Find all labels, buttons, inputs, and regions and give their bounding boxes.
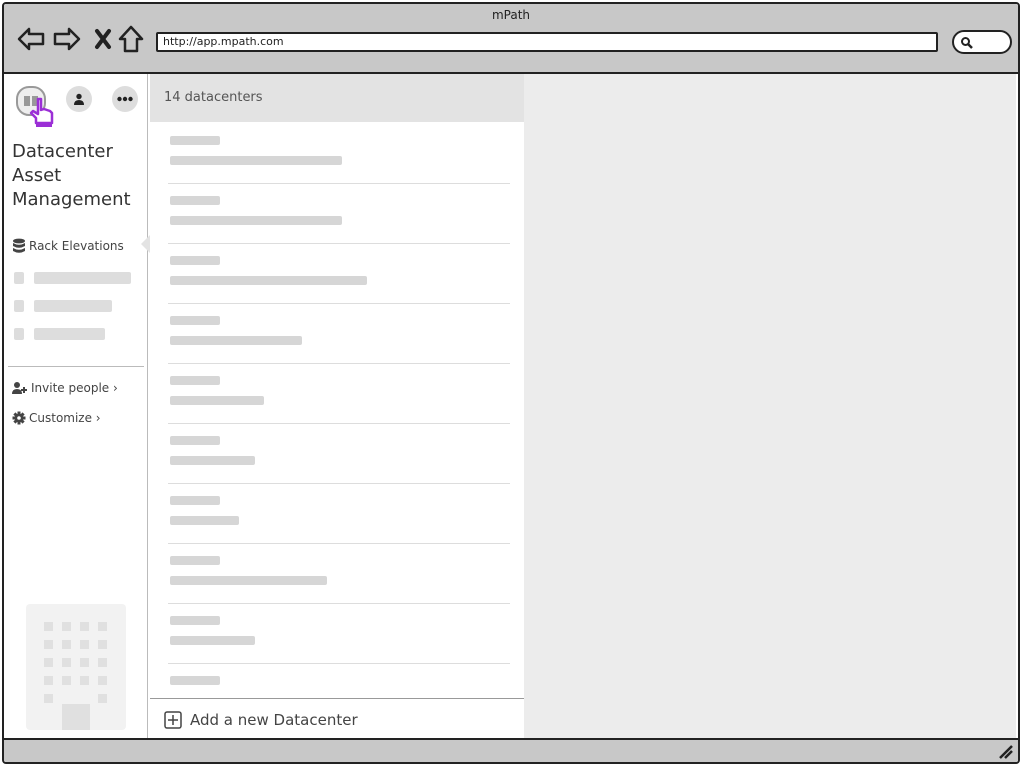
app-title-line: Datacenter: [12, 141, 113, 162]
list-item[interactable]: [168, 304, 510, 364]
plus-square-icon: [164, 710, 182, 729]
invite-people-label: Invite people ›: [31, 381, 118, 395]
add-user-icon: [12, 382, 27, 394]
close-x-icon[interactable]: [88, 24, 118, 54]
address-bar[interactable]: http://app.mpath.com: [156, 32, 938, 52]
more-dots-icon[interactable]: [112, 86, 138, 112]
database-icon: [13, 238, 25, 253]
nav-rack-elevations[interactable]: Rack Elevations: [12, 238, 124, 254]
sidebar: Datacenter Asset Management Rack Elevati…: [4, 74, 151, 740]
placeholder-icon: [14, 272, 24, 284]
app-title-line: Asset: [12, 165, 62, 186]
list-item[interactable]: [168, 244, 510, 304]
list-item[interactable]: [168, 544, 510, 604]
app-title: Datacenter Asset Management: [12, 140, 131, 212]
gear-icon: [12, 411, 26, 425]
status-bar: [4, 738, 1018, 762]
list-item[interactable]: [168, 184, 510, 244]
user-icon[interactable]: [66, 86, 92, 112]
title-bar: mPath http://app.mpath.com: [4, 4, 1018, 74]
placeholder-nav-item: [14, 272, 131, 284]
placeholder-text: [34, 272, 131, 284]
invite-people-link[interactable]: Invite people ›: [12, 381, 118, 395]
placeholder-text: [34, 300, 112, 312]
customize-label: Customize ›: [29, 411, 101, 425]
list-item[interactable]: [168, 604, 510, 664]
forward-arrow-icon[interactable]: [52, 24, 82, 54]
placeholder-text: [34, 328, 105, 340]
building-icon: [26, 604, 126, 730]
list-item[interactable]: [168, 364, 510, 424]
magnifier-icon: [961, 37, 973, 49]
list-item[interactable]: [168, 484, 510, 544]
app-title-line: Management: [12, 189, 131, 210]
nav-label: Rack Elevations: [29, 239, 124, 253]
datacenter-list: 14 datacenters Add a new Datacenter: [150, 74, 524, 740]
detail-pane: [524, 74, 1016, 740]
list-header: 14 datacenters: [150, 74, 524, 122]
placeholder-icon: [14, 328, 24, 340]
placeholder-nav-item: [14, 328, 105, 340]
browser-search[interactable]: [952, 30, 1012, 54]
placeholder-icon: [14, 300, 24, 312]
hand-cursor-icon: [29, 97, 54, 127]
resize-grip-icon[interactable]: [998, 744, 1014, 760]
customize-link[interactable]: Customize ›: [12, 411, 101, 425]
add-datacenter-button[interactable]: Add a new Datacenter: [150, 698, 524, 740]
home-icon[interactable]: [116, 24, 146, 54]
window-title: mPath: [491, 8, 531, 22]
list-item[interactable]: [168, 424, 510, 484]
placeholder-nav-item: [14, 300, 112, 312]
sidebar-divider: [8, 366, 144, 367]
list-item[interactable]: [168, 124, 510, 184]
add-datacenter-label: Add a new Datacenter: [190, 710, 358, 729]
back-arrow-icon[interactable]: [16, 24, 46, 54]
browser-window: mPath http://app.mpath.com Datacenter As…: [2, 2, 1020, 764]
